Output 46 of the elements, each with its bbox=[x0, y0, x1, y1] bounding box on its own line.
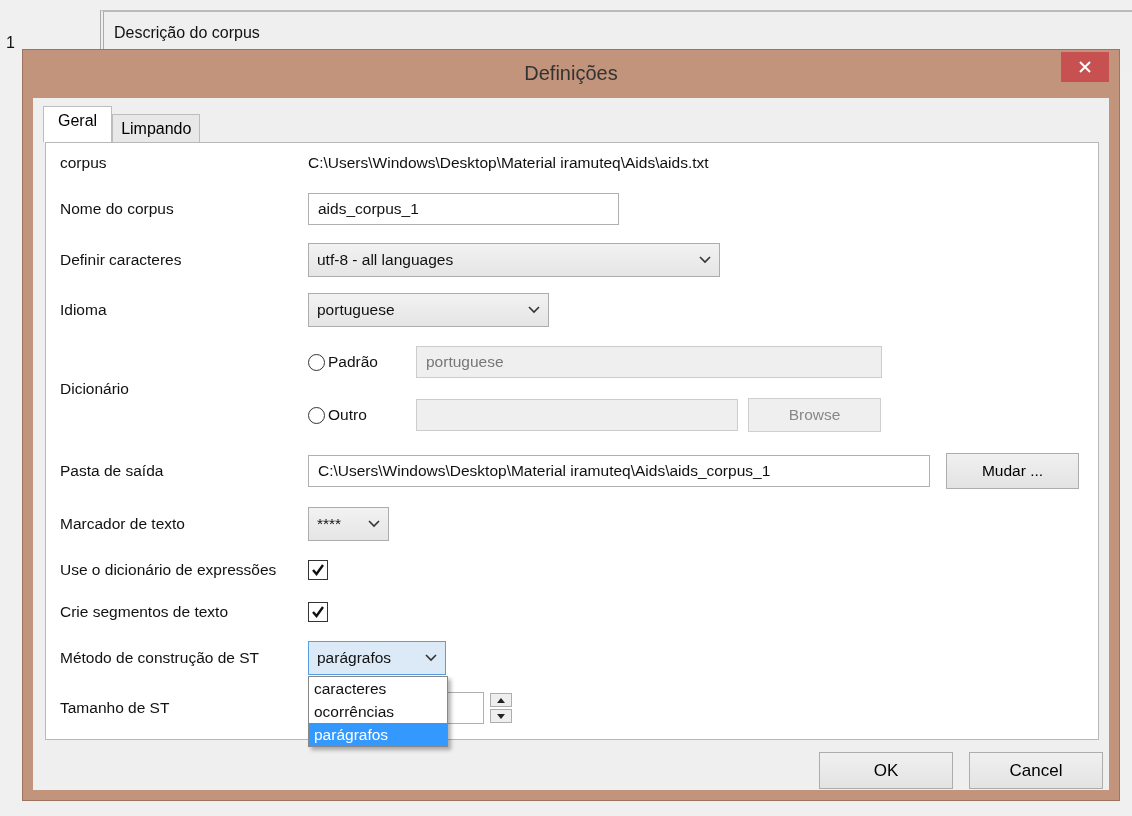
input-field[interactable]: aids_corpus_1 bbox=[308, 193, 619, 225]
radio-button[interactable] bbox=[308, 353, 325, 371]
checkbox[interactable] bbox=[308, 602, 328, 622]
up-arrow-icon bbox=[497, 697, 505, 703]
close-button[interactable] bbox=[1061, 52, 1109, 82]
input-field[interactable] bbox=[416, 399, 738, 431]
dialog-button[interactable]: Cancel bbox=[969, 752, 1103, 789]
chevron-down-icon bbox=[425, 654, 437, 662]
field-label: Dicionário bbox=[59, 380, 130, 398]
dialog-button[interactable]: OK bbox=[819, 752, 953, 789]
field-label: Definir caracteres bbox=[59, 251, 183, 269]
field-label: Nome do corpus bbox=[59, 200, 175, 218]
decrement-button[interactable] bbox=[490, 709, 512, 723]
chevron-down-icon bbox=[699, 256, 711, 264]
dropdown-option[interactable]: caracteres bbox=[309, 677, 447, 700]
checkbox[interactable] bbox=[308, 560, 328, 580]
radio-label: Outro bbox=[327, 406, 368, 424]
close-icon bbox=[1078, 60, 1092, 74]
field-label: Idioma bbox=[59, 301, 108, 319]
background-text: 1 bbox=[6, 34, 15, 52]
input-field[interactable]: portuguese bbox=[416, 346, 882, 378]
field-label: Pasta de saída bbox=[59, 462, 165, 480]
window-title: Definições bbox=[524, 61, 618, 85]
input-field[interactable]: C:\Users\Windows\Desktop\Material iramuteq\Aids\aids_corpus_1 bbox=[308, 455, 930, 487]
field-label: Marcador de texto bbox=[59, 515, 186, 533]
field-label: Tamanho de ST bbox=[59, 699, 171, 717]
field-label: corpus bbox=[59, 154, 108, 172]
dropdown[interactable]: utf-8 - all languages bbox=[308, 243, 720, 277]
chevron-down-icon bbox=[528, 306, 540, 314]
tab[interactable]: Geral bbox=[43, 106, 113, 142]
field-label: Use o dicionário de expressões bbox=[59, 561, 278, 579]
panel-title: Descrição do corpus bbox=[114, 24, 260, 42]
increment-button[interactable] bbox=[490, 693, 512, 707]
corpus-path: C:\Users\Windows\Desktop\Material iramuteq\Aids\aids.txt bbox=[308, 154, 709, 172]
dropdown[interactable]: **** bbox=[308, 507, 389, 541]
tab[interactable]: Limpando bbox=[112, 114, 201, 142]
field-label: Crie segmentos de texto bbox=[59, 603, 229, 621]
dropdown[interactable]: parágrafos bbox=[308, 641, 446, 675]
radio-button[interactable] bbox=[308, 406, 325, 424]
dropdown-option[interactable]: ocorrências bbox=[309, 700, 447, 723]
change-button[interactable]: Mudar ... bbox=[946, 453, 1079, 489]
field-label: Método de construção de ST bbox=[59, 649, 261, 667]
chevron-down-icon bbox=[368, 520, 380, 528]
down-arrow-icon bbox=[497, 713, 505, 719]
radio-label: Padrão bbox=[327, 353, 379, 371]
dropdown[interactable]: portuguese bbox=[308, 293, 549, 327]
